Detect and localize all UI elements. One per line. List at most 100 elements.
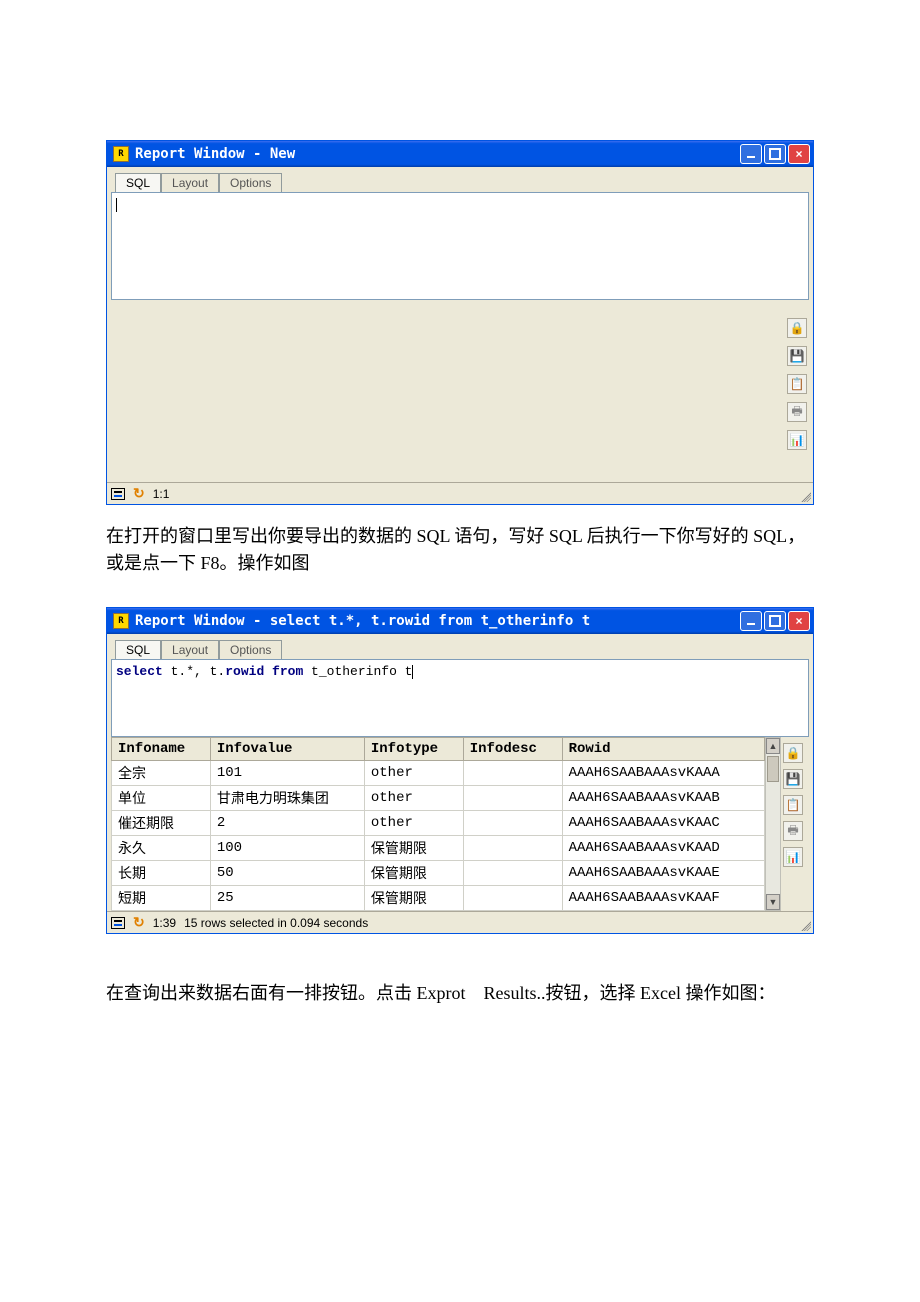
text-cursor <box>116 198 117 212</box>
cell-infovalue[interactable]: 100 <box>210 836 364 861</box>
cell-infovalue[interactable]: 甘肃电力明珠集团 <box>210 786 364 811</box>
sql-editor[interactable] <box>111 192 809 300</box>
col-infodesc[interactable]: Infodesc <box>463 738 562 761</box>
table-row[interactable]: 全宗101other AAAH6SAABAAAsvKAAA <box>112 761 765 786</box>
col-infotype[interactable]: Infotype <box>364 738 463 761</box>
description-paragraph-1: 在打开的窗口里写出你要导出的数据的 SQL 语句，写好 SQL 后执行一下你写好… <box>106 523 814 577</box>
tab-options[interactable]: Options <box>219 640 282 659</box>
cell-infovalue[interactable]: 2 <box>210 811 364 836</box>
copy-icon[interactable]: 📋 <box>787 374 807 394</box>
maximize-button[interactable] <box>764 611 786 631</box>
cell-infovalue[interactable]: 50 <box>210 861 364 886</box>
cell-infotype[interactable]: other <box>364 761 463 786</box>
window-title: Report Window - select t.*, t.rowid from… <box>135 613 590 629</box>
statusbar: ↻ 1:1 <box>107 482 813 504</box>
cell-infotype[interactable]: 保管期限 <box>364 886 463 911</box>
lock-icon[interactable]: 🔒 <box>787 318 807 338</box>
sql-token: t.*, t. <box>163 664 225 679</box>
table-row[interactable]: 长期50保管期限 AAAH6SAABAAAsvKAAE <box>112 861 765 886</box>
cursor-position: 1:1 <box>153 487 170 501</box>
cell-infodesc[interactable] <box>463 886 562 911</box>
results-toolbar: 🔒 💾 📋 🖶 📊 <box>783 743 803 867</box>
vertical-scrollbar[interactable]: ▲ ▼ <box>765 737 781 911</box>
sql-editor[interactable]: select t.*, t.rowid from t_otherinfo t <box>111 659 809 737</box>
table-row[interactable]: 单位甘肃电力明珠集团other AAAH6SAABAAAsvKAAB <box>112 786 765 811</box>
text-cursor <box>412 665 413 679</box>
cell-rowid[interactable]: AAAH6SAABAAAsvKAAA <box>562 761 764 786</box>
print-icon[interactable]: 🖶 <box>783 821 803 841</box>
tab-layout[interactable]: Layout <box>161 173 219 192</box>
refresh-icon[interactable]: ↻ <box>133 485 145 502</box>
close-button[interactable]: × <box>788 611 810 631</box>
cursor-position: 1:39 <box>153 916 176 930</box>
cell-rowid[interactable]: AAAH6SAABAAAsvKAAF <box>562 886 764 911</box>
report-window-new: R Report Window - New × SQL Layout Optio… <box>106 140 814 505</box>
titlebar[interactable]: R Report Window - New × <box>107 141 813 167</box>
lock-icon[interactable]: 🔒 <box>783 743 803 763</box>
cell-infovalue[interactable]: 101 <box>210 761 364 786</box>
app-icon: R <box>113 613 129 629</box>
cell-infotype[interactable]: other <box>364 786 463 811</box>
cell-rowid[interactable]: AAAH6SAABAAAsvKAAD <box>562 836 764 861</box>
titlebar[interactable]: R Report Window - select t.*, t.rowid fr… <box>107 608 813 634</box>
report-window-query: R Report Window - select t.*, t.rowid fr… <box>106 607 814 934</box>
description-paragraph-2: 在查询出来数据右面有一排按钮。点击 Exprot Results..按钮，选择 … <box>106 974 814 1014</box>
copy-icon[interactable]: 📋 <box>783 795 803 815</box>
save-icon[interactable]: 💾 <box>787 346 807 366</box>
chart-icon[interactable]: 📊 <box>783 847 803 867</box>
cell-infotype[interactable]: 保管期限 <box>364 836 463 861</box>
tab-sql[interactable]: SQL <box>115 173 161 192</box>
cell-infodesc[interactable] <box>463 861 562 886</box>
status-message: 15 rows selected in 0.094 seconds <box>184 916 368 930</box>
cell-infodesc[interactable] <box>463 761 562 786</box>
chart-icon[interactable]: 📊 <box>787 430 807 450</box>
sql-token: t_otherinfo t <box>303 664 412 679</box>
app-icon: R <box>113 146 129 162</box>
cell-infodesc[interactable] <box>463 786 562 811</box>
tab-layout[interactable]: Layout <box>161 640 219 659</box>
print-icon[interactable]: 🖶 <box>787 402 807 422</box>
cell-infodesc[interactable] <box>463 811 562 836</box>
refresh-icon[interactable]: ↻ <box>133 914 145 931</box>
table-row[interactable]: 催还期限2other AAAH6SAABAAAsvKAAC <box>112 811 765 836</box>
results-toolbar: 🔒 💾 📋 🖶 📊 <box>787 318 807 450</box>
maximize-button[interactable] <box>764 144 786 164</box>
sql-token: select <box>116 664 163 679</box>
cell-infoname[interactable]: 长期 <box>112 861 211 886</box>
tab-options[interactable]: Options <box>219 173 282 192</box>
cell-infoname[interactable]: 永久 <box>112 836 211 861</box>
cell-infoname[interactable]: 全宗 <box>112 761 211 786</box>
minimize-button[interactable] <box>740 611 762 631</box>
resize-grip-icon[interactable] <box>799 490 811 502</box>
cell-infodesc[interactable] <box>463 836 562 861</box>
status-indicator-icon <box>111 488 125 500</box>
tab-sql[interactable]: SQL <box>115 640 161 659</box>
resize-grip-icon[interactable] <box>799 919 811 931</box>
sql-token: rowid from <box>225 664 303 679</box>
save-icon[interactable]: 💾 <box>783 769 803 789</box>
header-row: Infoname Infovalue Infotype Infodesc Row… <box>112 738 765 761</box>
scroll-thumb[interactable] <box>767 756 779 782</box>
table-row[interactable]: 短期25保管期限 AAAH6SAABAAAsvKAAF <box>112 886 765 911</box>
results-area-empty: 🔒 💾 📋 🖶 📊 <box>107 300 813 482</box>
cell-infoname[interactable]: 单位 <box>112 786 211 811</box>
scroll-up-icon[interactable]: ▲ <box>766 738 780 754</box>
cell-rowid[interactable]: AAAH6SAABAAAsvKAAC <box>562 811 764 836</box>
col-infoname[interactable]: Infoname <box>112 738 211 761</box>
col-infovalue[interactable]: Infovalue <box>210 738 364 761</box>
cell-infotype[interactable]: other <box>364 811 463 836</box>
table-row[interactable]: 永久100保管期限 AAAH6SAABAAAsvKAAD <box>112 836 765 861</box>
cell-infovalue[interactable]: 25 <box>210 886 364 911</box>
cell-rowid[interactable]: AAAH6SAABAAAsvKAAE <box>562 861 764 886</box>
results-grid[interactable]: Infoname Infovalue Infotype Infodesc Row… <box>111 737 765 911</box>
cell-rowid[interactable]: AAAH6SAABAAAsvKAAB <box>562 786 764 811</box>
cell-infoname[interactable]: 催还期限 <box>112 811 211 836</box>
minimize-button[interactable] <box>740 144 762 164</box>
status-indicator-icon <box>111 917 125 929</box>
scroll-down-icon[interactable]: ▼ <box>766 894 780 910</box>
cell-infoname[interactable]: 短期 <box>112 886 211 911</box>
results-grid-wrap: Infoname Infovalue Infotype Infodesc Row… <box>111 737 809 911</box>
cell-infotype[interactable]: 保管期限 <box>364 861 463 886</box>
col-rowid[interactable]: Rowid <box>562 738 764 761</box>
close-button[interactable]: × <box>788 144 810 164</box>
